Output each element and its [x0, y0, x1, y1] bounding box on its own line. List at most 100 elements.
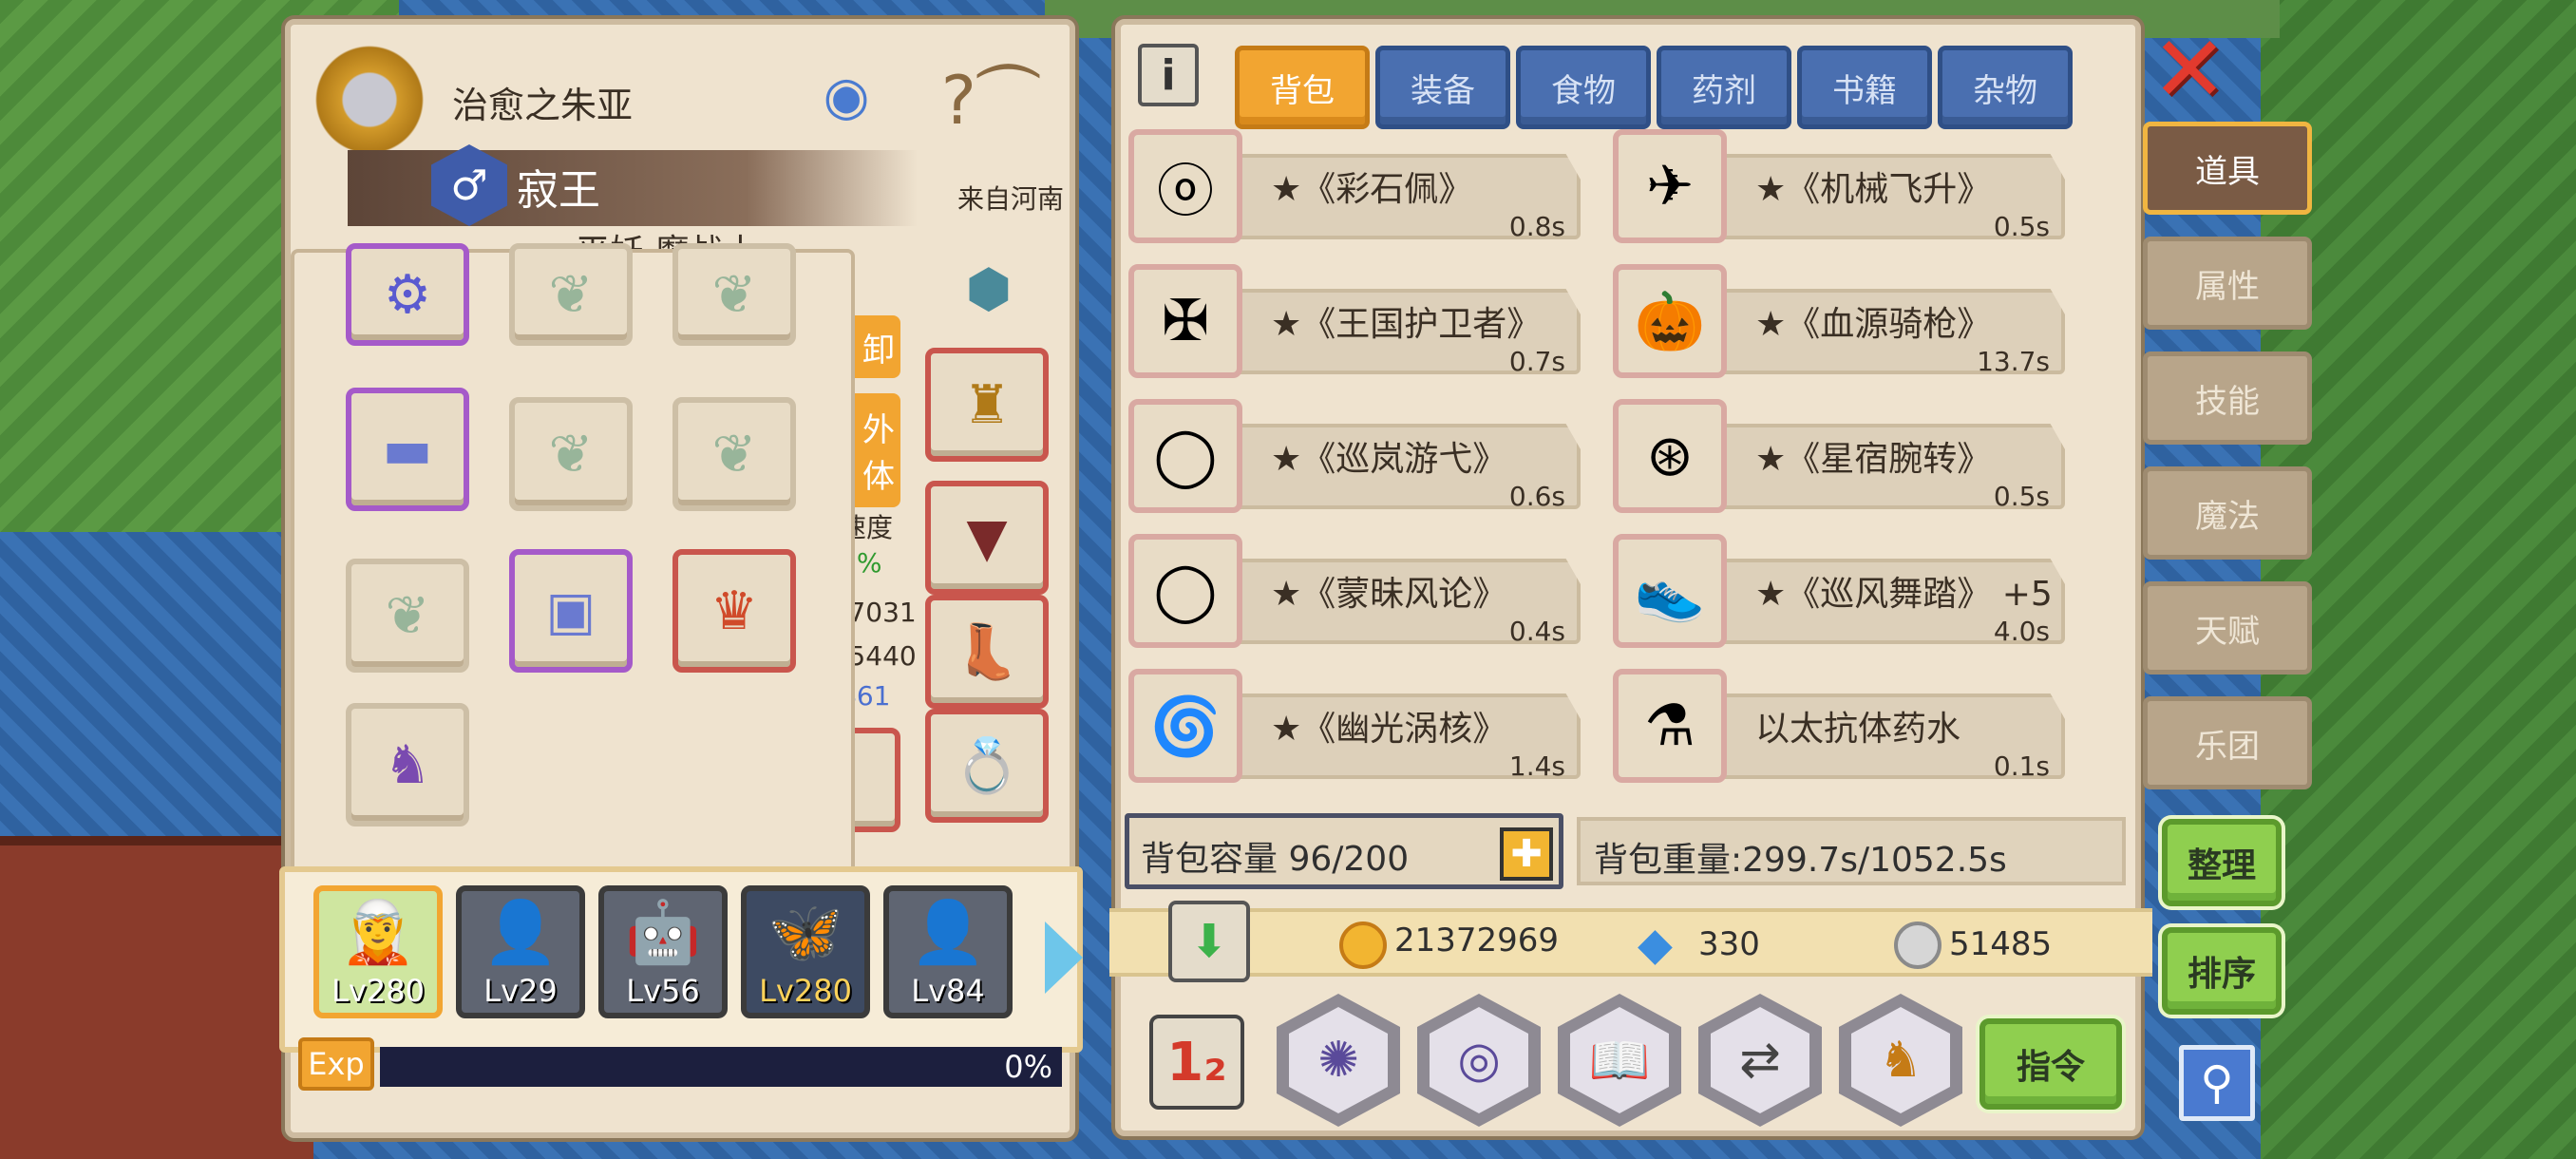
- team-member-1[interactable]: 🧝 Lv280: [313, 885, 443, 1018]
- item-name: 以太抗体药水: [1755, 710, 1961, 749]
- currency-bar: ⬇ 21372969 ◆ 330 51485: [1109, 901, 2152, 982]
- item-name: ★《彩石佩》: [1271, 170, 1473, 209]
- leaf-seed-slot[interactable]: ❦: [672, 397, 796, 511]
- ring-slot[interactable]: 💍: [925, 709, 1049, 823]
- crystal-icon[interactable]: ◉: [794, 44, 899, 148]
- tab-2[interactable]: 装备: [1375, 46, 1510, 129]
- book-icon: 📖: [1570, 1007, 1669, 1113]
- side-tab-2[interactable]: 属性: [2143, 237, 2312, 330]
- item-name: ★《巡岚游弋》: [1271, 440, 1507, 479]
- team-bar: 🧝 Lv280 👤 Lv29 🤖 Lv56 🦋 Lv280 👤 Lv84: [279, 866, 1083, 1053]
- weight-box: 背包重量:299.7s/1052.5s: [1577, 817, 2126, 885]
- leaf-seed-slot[interactable]: ❦: [509, 243, 633, 346]
- weight-text: 背包重量:299.7s/1052.5s: [1594, 841, 2007, 880]
- boots-slot[interactable]: 👢: [925, 595, 1049, 709]
- download-icon[interactable]: ⬇: [1168, 901, 1250, 982]
- helm-slot[interactable]: ♞: [346, 703, 469, 826]
- item-time: 0.8s: [1508, 211, 1565, 242]
- item-time: 13.7s: [1977, 346, 2050, 377]
- next-page-arrow-icon[interactable]: [1045, 922, 1083, 994]
- capacity-text: 背包容量 96/200: [1141, 840, 1410, 879]
- gold-amount: 21372969: [1394, 922, 1560, 960]
- team-member-5[interactable]: 👤 Lv84: [883, 885, 1013, 1018]
- organize-button[interactable]: 整理: [2162, 819, 2282, 906]
- item-grid-overlay: ⚙ ❦ ❦ ▬ ❦ ❦ ❦ ▣ ♛ ♞: [291, 243, 855, 891]
- inventory-item[interactable]: ⚗ 以太抗体药水 0.1s: [1613, 669, 2088, 792]
- item-time: 0.6s: [1508, 481, 1565, 512]
- team-level: Lv84: [911, 973, 985, 1009]
- search-button[interactable]: ⚲: [2179, 1045, 2255, 1121]
- side-tab-3[interactable]: 技能: [2143, 352, 2312, 445]
- tab-3[interactable]: 食物: [1516, 46, 1651, 129]
- team-member-2[interactable]: 👤 Lv29: [456, 885, 585, 1018]
- cape-slot[interactable]: ▼: [925, 481, 1049, 595]
- silver-amount: 51485: [1949, 925, 2053, 963]
- swap-hex-button[interactable]: ⇄: [1698, 994, 1822, 1127]
- character-portrait-icon: 🧝: [340, 897, 416, 968]
- split-count-button[interactable]: 1₂: [1149, 1015, 1244, 1110]
- inventory-item[interactable]: ✠ ★《王国护卫者》 0.7s: [1128, 264, 1603, 388]
- inventory-item[interactable]: ◯ ★《巡岚游弋》 0.6s: [1128, 399, 1603, 522]
- expand-capacity-button[interactable]: ✚: [1500, 827, 1553, 881]
- chip-slot[interactable]: ▣: [509, 549, 633, 673]
- character-portrait-icon: 🤖: [625, 897, 701, 968]
- sort-button[interactable]: 排序: [2162, 927, 2282, 1015]
- gear-core-slot[interactable]: ⚙: [346, 243, 469, 346]
- blaster-slot[interactable]: ▬: [346, 388, 469, 511]
- exp-label: Exp: [298, 1037, 374, 1091]
- side-tab-1[interactable]: 道具: [2143, 122, 2312, 215]
- leaf-seed-slot[interactable]: ❦: [346, 559, 469, 673]
- item-time: 0.5s: [1993, 211, 2050, 242]
- inventory-item[interactable]: ⊛ ★《星宿腕转》 0.5s: [1613, 399, 2088, 522]
- item-name: ★《星宿腕转》: [1755, 440, 1992, 479]
- team-member-4[interactable]: 🦋 Lv280: [741, 885, 870, 1018]
- chest-armor-slot[interactable]: ♛: [672, 549, 796, 673]
- side-tab-6[interactable]: 乐团: [2143, 696, 2312, 789]
- skill-hex-button-1[interactable]: ✺: [1277, 994, 1400, 1127]
- capacity-box: 背包容量 96/200 ✚: [1125, 813, 1563, 889]
- plus-icon: ✚: [1510, 832, 1543, 876]
- pumpkin-lance-icon: 🎃: [1613, 264, 1727, 378]
- exp-bar: 0%: [380, 1047, 1062, 1087]
- item-time: 0.4s: [1508, 616, 1565, 647]
- tab-5[interactable]: 书籍: [1797, 46, 1932, 129]
- gold-coin-icon: [1339, 922, 1387, 969]
- boots-icon: 👟: [1613, 534, 1727, 648]
- swap-icon: ⇄: [1711, 1007, 1809, 1113]
- team-level: Lv56: [626, 973, 700, 1009]
- close-icon[interactable]: ✕: [2150, 16, 2228, 123]
- inventory-item[interactable]: 👟 ★《巡风舞踏》 +5 4.0s: [1613, 534, 2088, 657]
- item-time: 0.7s: [1508, 346, 1565, 377]
- command-button[interactable]: 指令: [1979, 1018, 2122, 1110]
- character-name: 治愈之朱亚: [452, 85, 634, 126]
- info-button[interactable]: i: [1138, 44, 1199, 106]
- inventory-item[interactable]: ◯ ★《蒙昧风论》 0.4s: [1128, 534, 1603, 657]
- character-title: 寂王: [517, 166, 600, 215]
- team-member-3[interactable]: 🤖 Lv56: [598, 885, 728, 1018]
- mount-hex-button[interactable]: ♞: [1839, 994, 1962, 1127]
- shield-crest-icon[interactable]: ⬢: [937, 232, 1041, 346]
- item-name: ★《蒙昧风论》: [1271, 575, 1507, 614]
- tab-6[interactable]: 杂物: [1938, 46, 2073, 129]
- inventory-item[interactable]: 🎃 ★《血源骑枪》 13.7s: [1613, 264, 2088, 388]
- character-panel: 治愈之朱亚 ◉ ?⏜ ♂ 寂王 来自河南 平妖 魔战士 卸 外 体 速度 7% …: [279, 19, 1083, 1138]
- ring-icon: ◯: [1128, 399, 1242, 513]
- necklace-icon: ⓞ: [1128, 129, 1242, 243]
- item-name: ★《机械飞升》: [1755, 170, 1992, 209]
- tab-4[interactable]: 药剂: [1657, 46, 1791, 129]
- side-tab-5[interactable]: 天赋: [2143, 581, 2312, 674]
- leaf-seed-slot[interactable]: ❦: [672, 243, 796, 346]
- bracer-icon: ⊛: [1613, 399, 1727, 513]
- hanger-help-icon[interactable]: ?⏜: [919, 44, 1062, 158]
- book-hex-button[interactable]: 📖: [1558, 994, 1681, 1127]
- skill-hex-button-2[interactable]: ◎: [1417, 994, 1541, 1127]
- inventory-item[interactable]: ✈ ★《机械飞升》 0.5s: [1613, 129, 2088, 253]
- inventory-item[interactable]: ⓞ ★《彩石佩》 0.8s: [1128, 129, 1603, 253]
- gem-amount: 330: [1698, 925, 1760, 963]
- armor-slot[interactable]: ♜: [925, 348, 1049, 462]
- tab-1[interactable]: 背包: [1235, 46, 1370, 129]
- horse-icon: ♞: [1851, 1007, 1950, 1113]
- side-tab-4[interactable]: 魔法: [2143, 466, 2312, 560]
- inventory-item[interactable]: 🌀 ★《幽光涡核》 1.4s: [1128, 669, 1603, 792]
- leaf-seed-slot[interactable]: ❦: [509, 397, 633, 511]
